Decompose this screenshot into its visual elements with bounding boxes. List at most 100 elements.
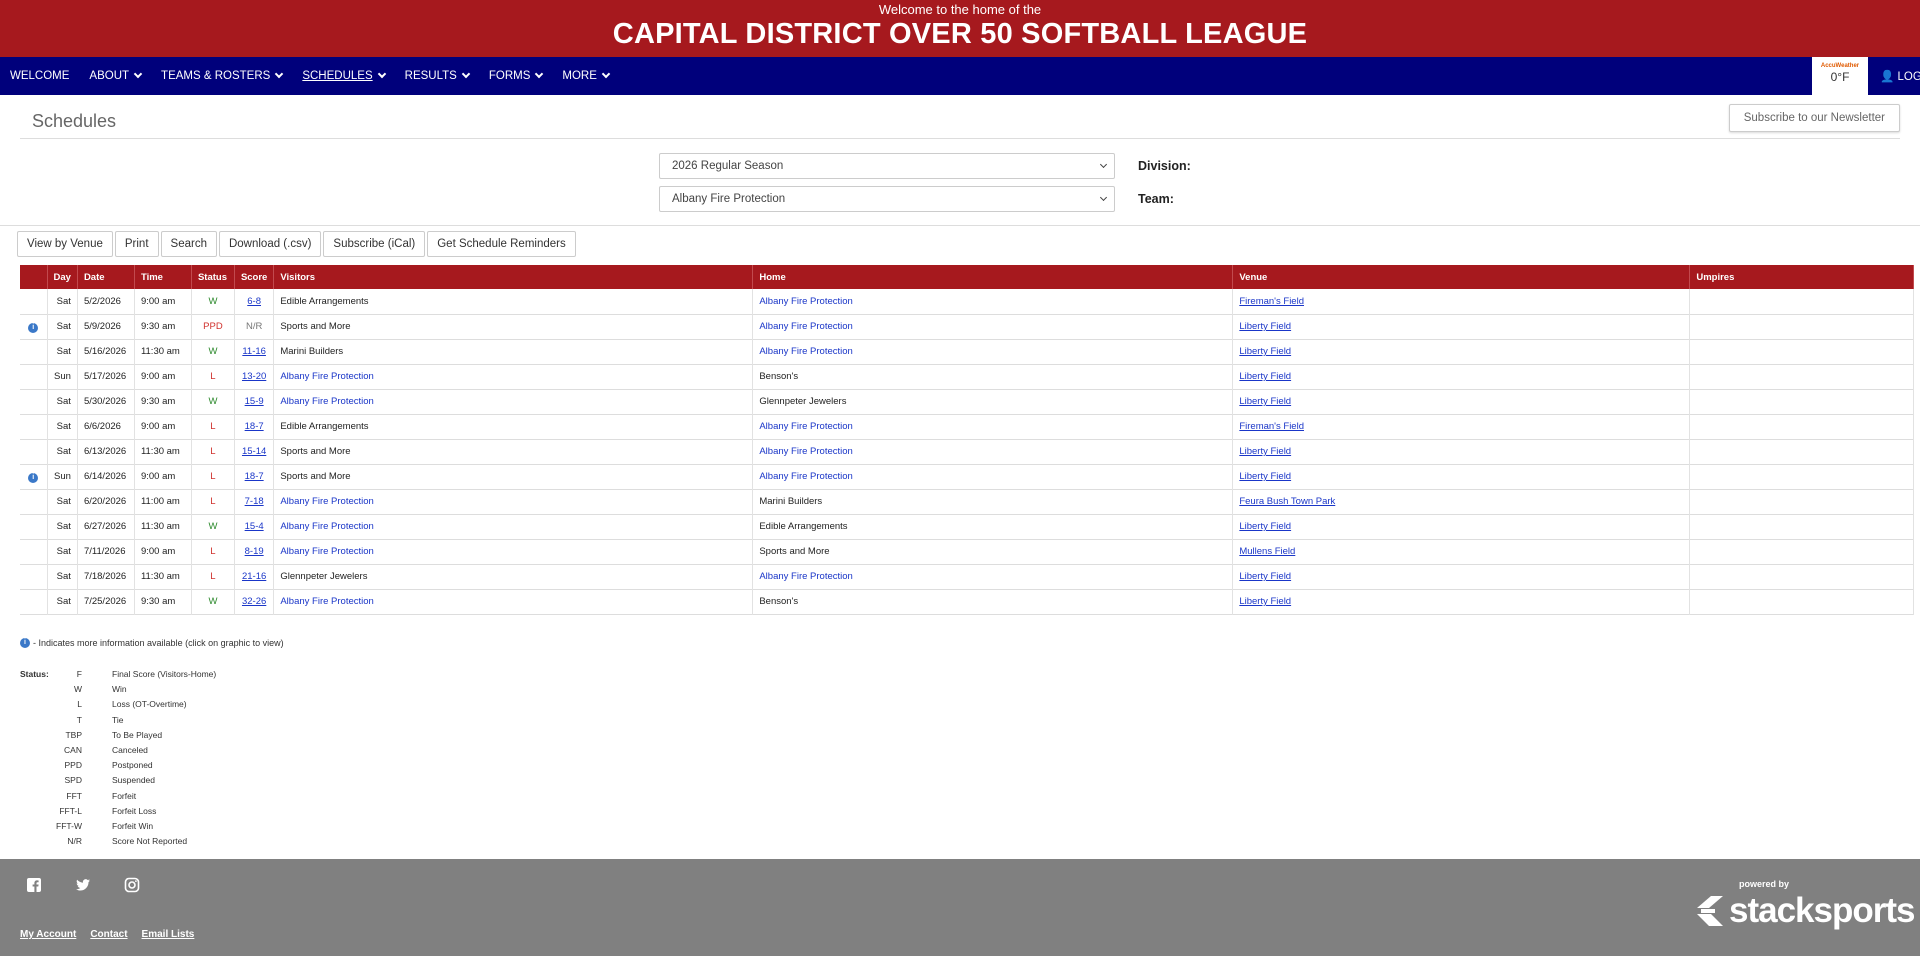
home-team[interactable]: Albany Fire Protection [759, 446, 852, 457]
status-cell: L [191, 414, 235, 439]
venue-link[interactable]: Liberty Field [1239, 371, 1291, 382]
day-cell: Sun [47, 464, 78, 489]
weather-temp: 0°F [1830, 70, 1850, 84]
visitors-team[interactable]: Albany Fire Protection [280, 546, 373, 557]
instagram-icon[interactable] [124, 877, 140, 893]
subscribe-ical-button[interactable]: Subscribe (iCal) [323, 231, 426, 257]
venue-link[interactable]: Liberty Field [1239, 321, 1291, 332]
home-team[interactable]: Albany Fire Protection [759, 321, 852, 332]
home-cell: Marini Builders [752, 489, 1234, 514]
score-link[interactable]: 18-7 [245, 421, 264, 432]
login-link[interactable]: 👤 LOGIN [1880, 69, 1920, 83]
legend-desc: Forfeit Loss [112, 805, 157, 816]
venue-link[interactable]: Liberty Field [1239, 596, 1291, 607]
view-by-venue-button[interactable]: View by Venue [17, 231, 113, 257]
score-link[interactable]: 8-19 [245, 546, 264, 557]
visitors-team[interactable]: Albany Fire Protection [280, 371, 373, 382]
visitors-team[interactable]: Albany Fire Protection [280, 521, 373, 532]
date-cell: 5/2/2026 [77, 289, 135, 314]
legend-code: N/R [67, 836, 82, 847]
footer-link-contact[interactable]: Contact [90, 929, 127, 940]
info-icon[interactable]: i [28, 472, 39, 483]
twitter-icon[interactable] [75, 877, 91, 893]
table-row: Sat 7/25/2026 9:30 am W 32-26 Albany Fire Pro… [20, 589, 1914, 614]
visitors-cell: Edible Arrangements [273, 414, 754, 439]
search-button[interactable]: Search [160, 231, 217, 257]
nav-forms[interactable]: FORMS [479, 69, 553, 82]
visitors-cell: Sports and More [273, 464, 754, 489]
status-cell: L [191, 489, 235, 514]
print-button[interactable]: Print [114, 231, 159, 257]
home-team[interactable]: Albany Fire Protection [759, 471, 852, 482]
date-cell: 5/30/2026 [77, 389, 135, 414]
legend-code: FFT-W [56, 821, 82, 831]
date-cell: 6/14/2026 [77, 464, 135, 489]
stacksports-logo[interactable]: stacksports [1695, 891, 1915, 931]
venue-link[interactable]: Liberty Field [1239, 471, 1291, 482]
col-header-date: Date [77, 265, 135, 289]
home-cell: Edible Arrangements [752, 514, 1234, 539]
home-cell: Benson's [752, 589, 1234, 614]
home-cell: Albany Fire Protection [752, 564, 1234, 589]
info-cell [20, 414, 48, 439]
venue-link[interactable]: Liberty Field [1239, 521, 1291, 532]
venue-link[interactable]: Liberty Field [1239, 571, 1291, 582]
newsletter-button[interactable]: Subscribe to our Newsletter [1728, 104, 1900, 132]
visitors-cell: Albany Fire Protection [273, 489, 754, 514]
score-link[interactable]: 7-18 [245, 496, 264, 507]
nav-about[interactable]: ABOUT [79, 69, 151, 82]
day-cell: Sat [47, 414, 78, 439]
home-team: Benson's [759, 596, 799, 607]
nav-teams-rosters[interactable]: TEAMS & ROSTERS [151, 69, 292, 82]
download-csv-button[interactable]: Download (.csv) [218, 231, 322, 257]
score-link[interactable]: 15-9 [245, 396, 264, 407]
venue-link[interactable]: Fireman's Field [1239, 421, 1304, 432]
umpires-cell [1689, 539, 1914, 564]
venue-link[interactable]: Liberty Field [1239, 446, 1291, 457]
nav-schedules[interactable]: SCHEDULES [292, 69, 394, 82]
nav-results[interactable]: RESULTS [395, 69, 479, 82]
score-link[interactable]: 15-14 [242, 446, 266, 457]
venue-link[interactable]: Fireman's Field [1239, 296, 1304, 307]
time-cell: 9:30 am [134, 589, 192, 614]
nav-welcome[interactable]: WELCOME [0, 70, 79, 82]
time-cell: 9:00 am [134, 364, 192, 389]
nav-item-label: FORMS [488, 70, 531, 82]
venue-link[interactable]: Feura Bush Town Park [1239, 496, 1335, 507]
venue-link[interactable]: Liberty Field [1239, 396, 1291, 407]
legend-code: W [73, 684, 82, 695]
score-link[interactable]: 15-4 [245, 521, 264, 532]
nav-more[interactable]: MORE [552, 69, 619, 82]
legend-item: TBP To Be Played [20, 730, 220, 742]
home-team[interactable]: Albany Fire Protection [759, 571, 852, 582]
team-select[interactable]: Albany Fire Protection [659, 186, 1115, 212]
venue-cell: Fireman's Field [1232, 289, 1691, 314]
score-link[interactable]: 21-16 [242, 571, 266, 582]
score-link[interactable]: 32-26 [242, 596, 266, 607]
score-link[interactable]: 13-20 [242, 371, 266, 382]
visitors-team[interactable]: Albany Fire Protection [280, 596, 373, 607]
home-cell: Albany Fire Protection [752, 439, 1234, 464]
date-cell: 7/25/2026 [77, 589, 135, 614]
footer-link-email-lists[interactable]: Email Lists [142, 929, 195, 940]
umpires-cell [1689, 464, 1914, 489]
facebook-icon[interactable] [26, 877, 42, 893]
home-team[interactable]: Albany Fire Protection [759, 346, 852, 357]
venue-link[interactable]: Liberty Field [1239, 346, 1291, 357]
footer-link-my-account[interactable]: My Account [20, 929, 76, 940]
weather-widget[interactable]: AccuWeather 0°F [1812, 57, 1868, 95]
season-select[interactable]: 2026 Regular Season [659, 153, 1115, 179]
status-cell: L [191, 539, 235, 564]
visitors-team[interactable]: Albany Fire Protection [280, 396, 373, 407]
venue-link[interactable]: Mullens Field [1239, 546, 1295, 557]
visitors-team[interactable]: Albany Fire Protection [280, 496, 373, 507]
score-link[interactable]: 11-16 [242, 346, 266, 357]
score-link[interactable]: 6-8 [247, 296, 261, 307]
info-cell: i [20, 464, 48, 489]
home-team[interactable]: Albany Fire Protection [759, 296, 852, 307]
get-schedule-reminders-button[interactable]: Get Schedule Reminders [427, 231, 576, 257]
banner-subtitle: Welcome to the home of the [878, 2, 1042, 17]
score-link[interactable]: 18-7 [245, 471, 264, 482]
info-icon[interactable]: i [28, 322, 39, 333]
home-team[interactable]: Albany Fire Protection [759, 421, 852, 432]
